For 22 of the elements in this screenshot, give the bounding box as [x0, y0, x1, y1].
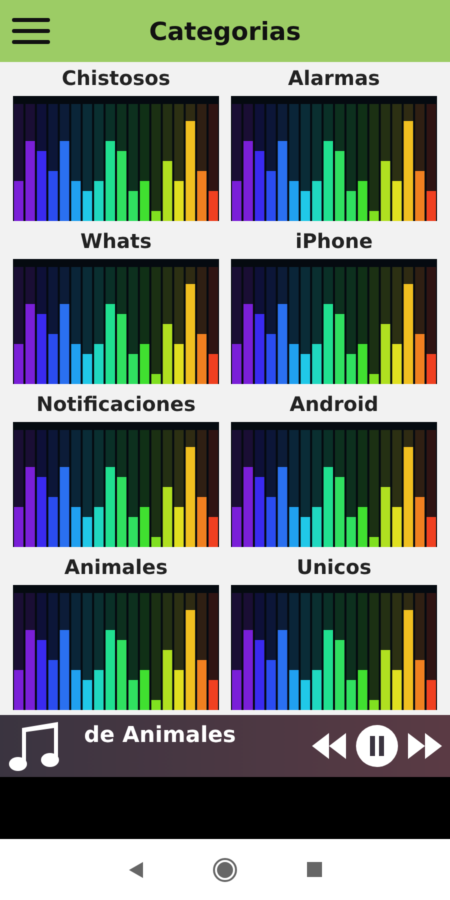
- recents-icon[interactable]: [306, 862, 322, 877]
- category-label[interactable]: Notificaciones: [36, 392, 196, 416]
- pause-icon: [356, 725, 398, 767]
- fast-forward-button[interactable]: [408, 733, 442, 759]
- category-label[interactable]: Whats: [80, 229, 152, 253]
- menu-button[interactable]: [12, 16, 52, 46]
- back-icon[interactable]: [128, 862, 142, 878]
- category-label[interactable]: Android: [290, 392, 378, 416]
- category-label[interactable]: iPhone: [295, 229, 373, 253]
- category-label[interactable]: Animales: [64, 555, 168, 579]
- fast-forward-icon: [408, 733, 442, 759]
- menu-icon: [12, 16, 52, 46]
- category-label[interactable]: Chistosos: [62, 66, 170, 90]
- music-note-icon: [8, 720, 60, 772]
- screen-title: Categorias: [148, 16, 302, 46]
- rewind-icon: [312, 733, 346, 759]
- home-icon[interactable]: [212, 858, 236, 882]
- track-title: de Animales: [83, 722, 237, 748]
- category-label[interactable]: Unicos: [296, 555, 372, 579]
- pause-button[interactable]: [356, 725, 398, 767]
- rewind-button[interactable]: [312, 733, 346, 759]
- category-label[interactable]: Alarmas: [288, 66, 380, 90]
